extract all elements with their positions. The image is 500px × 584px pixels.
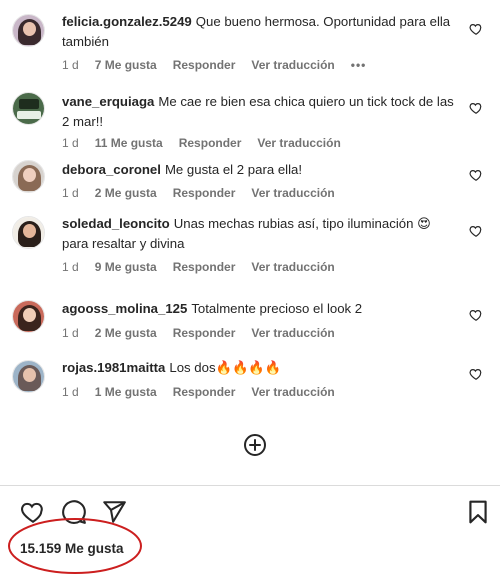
comment-username[interactable]: vane_erquiaga bbox=[62, 94, 154, 109]
comment-likes[interactable]: 7 Me gusta bbox=[95, 58, 157, 72]
comment-username[interactable]: agooss_molina_125 bbox=[62, 301, 187, 316]
avatar[interactable] bbox=[12, 216, 45, 249]
comment-meta: 1 d 9 Me gusta Responder Ver traducción bbox=[62, 260, 351, 274]
comment-text-block: agooss_molina_125 Totalmente precioso el … bbox=[62, 299, 457, 319]
translate-link[interactable]: Ver traducción bbox=[251, 58, 334, 72]
translate-link[interactable]: Ver traducción bbox=[251, 385, 334, 399]
comment-text: Los dos🔥🔥🔥🔥 bbox=[169, 360, 282, 375]
comment-time: 1 d bbox=[62, 58, 79, 72]
like-heart-icon[interactable] bbox=[469, 308, 483, 322]
reply-button[interactable]: Responder bbox=[173, 186, 236, 200]
comment-username[interactable]: felicia.gonzalez.5249 bbox=[62, 14, 192, 29]
load-more-comments-icon[interactable] bbox=[243, 433, 267, 457]
more-options-button[interactable]: ••• bbox=[351, 58, 367, 72]
divider bbox=[0, 485, 500, 486]
comment-meta: 1 d 7 Me gusta Responder Ver traducción … bbox=[62, 58, 382, 72]
avatar[interactable] bbox=[12, 300, 45, 333]
like-heart-icon[interactable] bbox=[469, 367, 483, 381]
like-heart-icon[interactable] bbox=[469, 101, 483, 115]
comment-meta: 1 d 1 Me gusta Responder Ver traducción bbox=[62, 385, 351, 399]
comment-text-block: rojas.1981maitta Los dos🔥🔥🔥🔥 bbox=[62, 358, 457, 378]
comment-username[interactable]: rojas.1981maitta bbox=[62, 360, 165, 375]
comment-likes[interactable]: 9 Me gusta bbox=[95, 260, 157, 274]
annotation-ellipse bbox=[8, 518, 142, 574]
reply-button[interactable]: Responder bbox=[173, 385, 236, 399]
comment-likes[interactable]: 2 Me gusta bbox=[95, 186, 157, 200]
translate-link[interactable]: Ver traducción bbox=[251, 186, 334, 200]
comment-time: 1 d bbox=[62, 385, 79, 399]
comment-text-block: debora_coronel Me gusta el 2 para ella! bbox=[62, 160, 457, 180]
comment-text-block: soledad_leoncito Unas mechas rubias así, … bbox=[62, 214, 457, 254]
comment-meta: 1 d 2 Me gusta Responder Ver traducción bbox=[62, 186, 351, 200]
bookmark-icon[interactable] bbox=[465, 499, 491, 525]
like-heart-icon[interactable] bbox=[469, 22, 483, 36]
comment-time: 1 d bbox=[62, 326, 79, 340]
comment-meta: 1 d 2 Me gusta Responder Ver traducción bbox=[62, 326, 351, 340]
comment-meta: 1 d 11 Me gusta Responder Ver traducción bbox=[62, 136, 357, 150]
comment-username[interactable]: debora_coronel bbox=[62, 162, 161, 177]
translate-link[interactable]: Ver traducción bbox=[251, 260, 334, 274]
comment-likes[interactable]: 1 Me gusta bbox=[95, 385, 157, 399]
reply-button[interactable]: Responder bbox=[179, 136, 242, 150]
comment-text-block: vane_erquiaga Me cae re bien esa chica qu… bbox=[62, 92, 457, 132]
avatar[interactable] bbox=[12, 360, 45, 393]
reply-button[interactable]: Responder bbox=[173, 326, 236, 340]
comment-text-block: felicia.gonzalez.5249 Que bueno hermosa. … bbox=[62, 12, 457, 52]
like-heart-icon[interactable] bbox=[469, 168, 483, 182]
comment-username[interactable]: soledad_leoncito bbox=[62, 216, 170, 231]
reply-button[interactable]: Responder bbox=[173, 58, 236, 72]
avatar[interactable] bbox=[12, 160, 45, 193]
translate-link[interactable]: Ver traducción bbox=[257, 136, 340, 150]
reply-button[interactable]: Responder bbox=[173, 260, 236, 274]
comment-text: Me gusta el 2 para ella! bbox=[164, 162, 303, 177]
comment-likes[interactable]: 11 Me gusta bbox=[95, 136, 163, 150]
comment-time: 1 d bbox=[62, 136, 79, 150]
comment-time: 1 d bbox=[62, 260, 79, 274]
like-heart-icon[interactable] bbox=[469, 224, 483, 238]
avatar[interactable] bbox=[12, 92, 45, 125]
avatar[interactable] bbox=[12, 14, 45, 47]
comment-time: 1 d bbox=[62, 186, 79, 200]
comment-text: Totalmente precioso el look 2 bbox=[191, 301, 363, 316]
comment-likes[interactable]: 2 Me gusta bbox=[95, 326, 157, 340]
translate-link[interactable]: Ver traducción bbox=[251, 326, 334, 340]
